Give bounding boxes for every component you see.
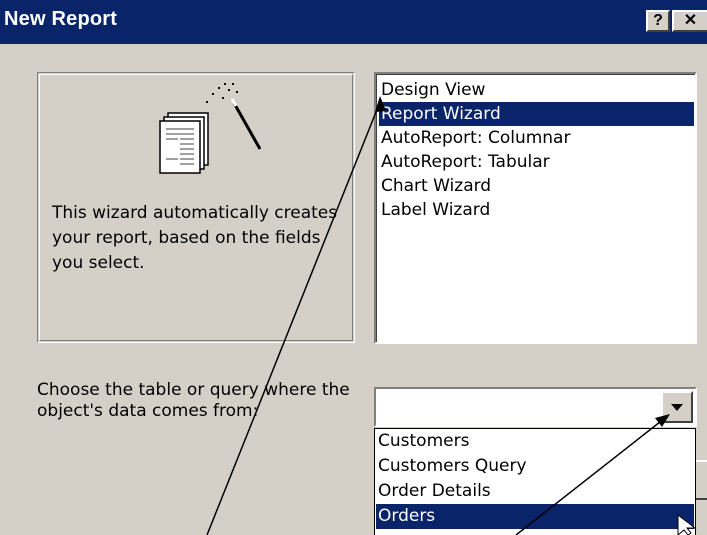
help-button[interactable]: ? xyxy=(646,10,670,32)
source-label: Choose the table or query where the obje… xyxy=(37,380,350,421)
report-type-item[interactable]: AutoReport: Columnar xyxy=(379,126,570,150)
source-option[interactable]: Orders xyxy=(376,504,694,529)
source-option[interactable]: Customers Query xyxy=(376,454,694,479)
window-title: New Report xyxy=(4,8,118,30)
title-bar[interactable]: New Report ? ✕ xyxy=(0,0,707,44)
report-type-list[interactable]: Design View Report Wizard AutoReport: Colu… xyxy=(374,72,697,344)
wizard-description: This wizard automatically creates your r… xyxy=(52,203,338,273)
report-type-item[interactable]: Chart Wizard xyxy=(379,174,491,198)
wizard-preview-panel: This wizard automatically creates your r… xyxy=(37,72,355,343)
wizard-preview-inner: This wizard automatically creates your r… xyxy=(39,74,353,341)
new-report-dialog: New Report ? ✕ This wizard automatically… xyxy=(0,0,707,535)
report-type-item[interactable]: AutoReport: Tabular xyxy=(379,150,550,174)
report-type-item[interactable]: Design View xyxy=(379,78,485,102)
chevron-down-icon xyxy=(671,404,683,411)
source-option[interactable]: Order Details xyxy=(376,479,694,504)
report-wizard-icon xyxy=(159,83,262,174)
report-type-item[interactable]: Label Wizard xyxy=(379,198,490,222)
source-dropdown-list[interactable]: Customers Customers Query Order Details Ord… xyxy=(374,428,696,535)
close-button[interactable]: ✕ xyxy=(672,10,707,32)
report-type-item[interactable]: Report Wizard xyxy=(379,102,694,126)
source-option[interactable]: Customers xyxy=(376,429,694,454)
source-combobox[interactable] xyxy=(374,387,697,427)
dropdown-arrow-button[interactable] xyxy=(661,391,693,423)
